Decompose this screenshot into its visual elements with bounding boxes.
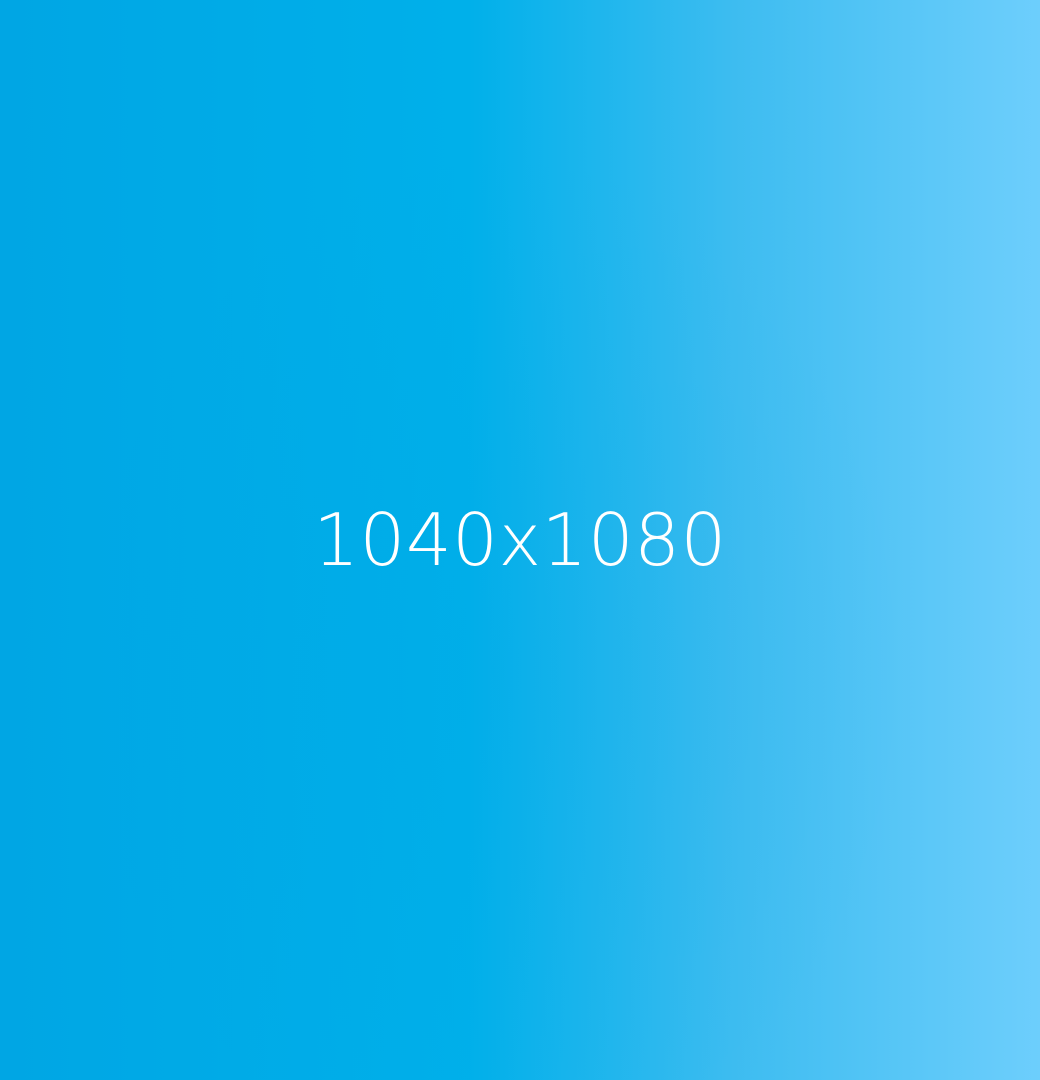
placeholder-image: 1040x1080	[0, 0, 1040, 1080]
dimension-label: 1040x1080	[313, 498, 727, 582]
